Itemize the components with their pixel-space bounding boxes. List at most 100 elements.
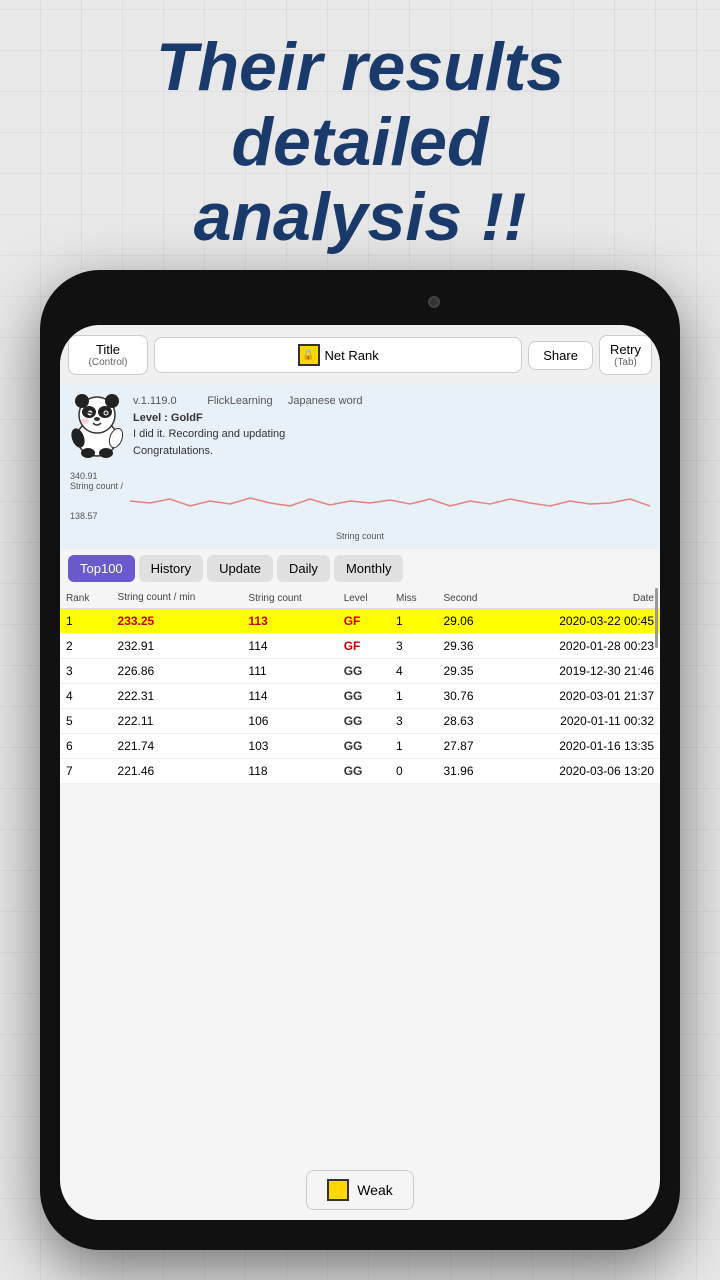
data-table-wrapper: Rank String count / min String count Lev… <box>60 588 660 1160</box>
cell-scmin: 226.86 <box>112 659 243 684</box>
col-level: Level <box>338 588 390 609</box>
chart-area: 340.91 String count / 138.57 String coun… <box>60 467 660 549</box>
table-row: 3 226.86 111 GG 4 29.35 2019-12-30 21:46 <box>60 659 660 684</box>
cell-sc: 114 <box>242 634 337 659</box>
cell-scmin: 221.46 <box>112 759 243 784</box>
cell-scmin: 221.74 <box>112 734 243 759</box>
title-label: Title <box>96 342 120 357</box>
cell-sc: 106 <box>242 709 337 734</box>
congrats2-text: Congratulations. <box>133 443 363 460</box>
version-text: v.1.119.0 <box>133 395 177 407</box>
netrank-icon: 🔒 <box>298 344 320 366</box>
cell-sc: 111 <box>242 659 337 684</box>
cell-miss: 1 <box>390 734 437 759</box>
cell-level: GF <box>338 609 390 634</box>
level-text: Level : GoldF <box>133 410 363 427</box>
title-button[interactable]: Title (Control) <box>68 335 148 375</box>
info-section: v.1.119.0 FlickLearning Japanese word Le… <box>60 385 660 467</box>
share-label: Share <box>543 348 578 363</box>
col-date: Date <box>504 588 660 609</box>
phone-notch <box>260 288 460 316</box>
tab-monthly-label: Monthly <box>346 561 392 576</box>
congrats-text: I did it. Recording and updating <box>133 426 363 443</box>
data-table: Rank String count / min String count Lev… <box>60 588 660 784</box>
cell-miss: 4 <box>390 659 437 684</box>
table-row: 2 232.91 114 GF 3 29.36 2020-01-28 00:23 <box>60 634 660 659</box>
tab-update-label: Update <box>219 561 261 576</box>
cell-miss: 1 <box>390 684 437 709</box>
phone-frame-wrapper: Title (Control) 🔒 Net Rank Share Retry (… <box>40 270 680 1250</box>
cell-rank: 7 <box>60 759 112 784</box>
table-row: 7 221.46 118 GG 0 31.96 2020-03-06 13:20 <box>60 759 660 784</box>
tab-daily-label: Daily <box>289 561 318 576</box>
cell-rank: 3 <box>60 659 112 684</box>
cell-rank: 1 <box>60 609 112 634</box>
tab-update[interactable]: Update <box>207 555 273 582</box>
cell-sc: 103 <box>242 734 337 759</box>
cell-second: 28.63 <box>437 709 504 734</box>
tab-history-label: History <box>151 561 191 576</box>
cell-sc: 114 <box>242 684 337 709</box>
cell-level: GG <box>338 759 390 784</box>
cell-second: 29.35 <box>437 659 504 684</box>
weak-section: Weak <box>60 1160 660 1220</box>
cell-date: 2020-01-28 00:23 <box>504 634 660 659</box>
right-label-text: Japanese word <box>288 393 363 410</box>
cell-level: GG <box>338 709 390 734</box>
tab-top100-label: Top100 <box>80 561 123 576</box>
cell-rank: 2 <box>60 634 112 659</box>
cell-rank: 4 <box>60 684 112 709</box>
cell-second: 29.36 <box>437 634 504 659</box>
cell-sc: 118 <box>242 759 337 784</box>
cell-scmin: 232.91 <box>112 634 243 659</box>
table-row: 6 221.74 103 GG 1 27.87 2020-01-16 13:35 <box>60 734 660 759</box>
weak-button[interactable]: Weak <box>306 1170 414 1210</box>
cell-miss: 0 <box>390 759 437 784</box>
tab-top100[interactable]: Top100 <box>68 555 135 582</box>
cell-date: 2020-03-01 21:37 <box>504 684 660 709</box>
netrank-button[interactable]: 🔒 Net Rank <box>154 337 522 373</box>
cell-rank: 5 <box>60 709 112 734</box>
chart-y-max: 340.91 <box>70 471 123 481</box>
title-sub: (Control) <box>79 357 137 368</box>
cell-miss: 1 <box>390 609 437 634</box>
cell-rank: 6 <box>60 734 112 759</box>
chart-y-labels: 340.91 String count / 138.57 <box>70 471 123 521</box>
col-miss: Miss <box>390 588 437 609</box>
chart-svg <box>70 471 650 531</box>
col-rank: Rank <box>60 588 112 609</box>
headline-line1: Their results <box>156 29 564 105</box>
table-row: 1 233.25 113 GF 1 29.06 2020-03-22 00:45 <box>60 609 660 634</box>
cell-date: 2019-12-30 21:46 <box>504 659 660 684</box>
cell-date: 2020-03-22 00:45 <box>504 609 660 634</box>
tab-monthly[interactable]: Monthly <box>334 555 404 582</box>
screen-content: Title (Control) 🔒 Net Rank Share Retry (… <box>60 325 660 1220</box>
phone-camera <box>428 296 440 308</box>
cell-second: 27.87 <box>437 734 504 759</box>
table-row: 5 222.11 106 GG 3 28.63 2020-01-11 00:32 <box>60 709 660 734</box>
cell-second: 30.76 <box>437 684 504 709</box>
table-row: 4 222.31 114 GG 1 30.76 2020-03-01 21:37 <box>60 684 660 709</box>
cell-miss: 3 <box>390 709 437 734</box>
col-string-count-min: String count / min <box>112 588 243 609</box>
headline-line2: detailed <box>232 104 489 180</box>
cell-sc: 113 <box>242 609 337 634</box>
cell-scmin: 233.25 <box>112 609 243 634</box>
cell-date: 2020-01-11 00:32 <box>504 709 660 734</box>
share-button[interactable]: Share <box>528 341 593 370</box>
retry-button[interactable]: Retry (Tab) <box>599 335 652 375</box>
col-second: Second <box>437 588 504 609</box>
col-string-count: String count <box>242 588 337 609</box>
cell-scmin: 222.11 <box>112 709 243 734</box>
chart-y-min: 138.57 <box>70 511 123 521</box>
app-name-text: FlickLearning <box>207 395 272 407</box>
scroll-indicator <box>655 588 658 648</box>
cell-second: 29.06 <box>437 609 504 634</box>
weak-icon <box>327 1179 349 1201</box>
tab-daily[interactable]: Daily <box>277 555 330 582</box>
cell-second: 31.96 <box>437 759 504 784</box>
tab-history[interactable]: History <box>139 555 203 582</box>
cell-scmin: 222.31 <box>112 684 243 709</box>
weak-label: Weak <box>357 1182 393 1198</box>
cell-date: 2020-01-16 13:35 <box>504 734 660 759</box>
